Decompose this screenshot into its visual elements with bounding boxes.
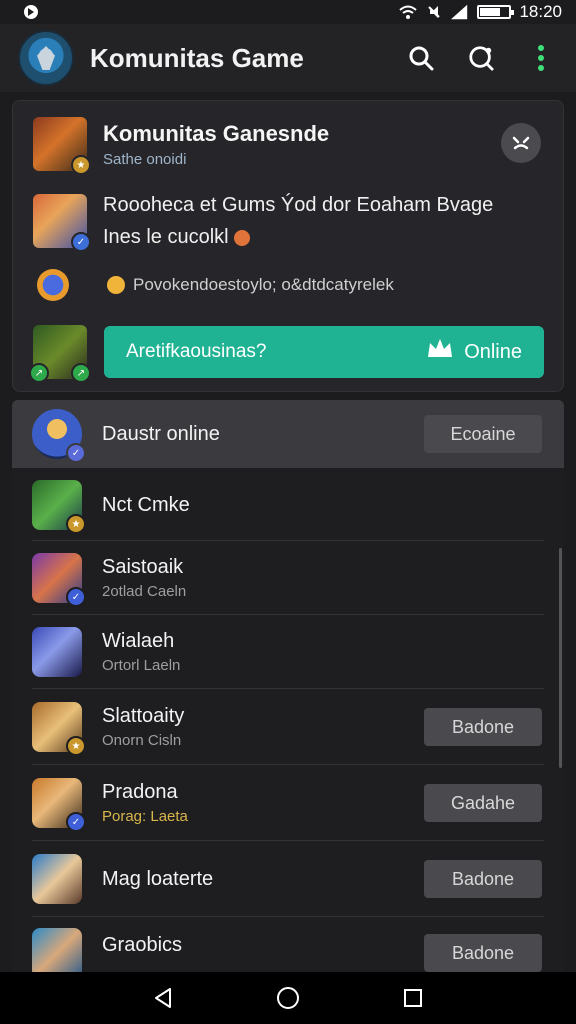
member-list: ✓ Daustr online Ecoaine ★ Nct Cmke ✓ Sai… xyxy=(12,400,564,972)
list-item[interactable]: Mag loaterte Badone xyxy=(12,842,564,916)
chat-search-icon[interactable] xyxy=(468,43,494,73)
card-header: ★ Komunitas Ganesnde Sathe onoidi xyxy=(33,117,563,175)
close-button[interactable] xyxy=(501,123,541,163)
search-icon[interactable] xyxy=(408,43,434,73)
row-action-button[interactable]: Badone xyxy=(424,708,542,746)
verified-badge-icon: ✓ xyxy=(66,443,86,463)
app-logo xyxy=(18,30,74,86)
smile-emoji-icon xyxy=(107,276,125,294)
list-item[interactable]: ★ Nct Cmke xyxy=(12,470,564,540)
divider xyxy=(32,614,544,615)
action-label: Aretifkaousinas? xyxy=(126,341,267,362)
back-icon[interactable] xyxy=(148,983,178,1013)
verified-badge-icon: ✓ xyxy=(66,812,86,832)
emoji-row-text: Povokendoestoylo; o&dtdcatyrelek xyxy=(133,275,394,294)
community-card: ★ Komunitas Ganesnde Sathe onoidi ✓ Rooo… xyxy=(12,100,564,392)
home-icon[interactable] xyxy=(273,983,303,1013)
member-avatar xyxy=(32,627,82,677)
emoji-icon xyxy=(234,229,251,246)
battery-icon xyxy=(477,5,515,19)
recents-icon[interactable] xyxy=(398,983,428,1013)
member-avatar: ✓ xyxy=(32,553,86,607)
screen: 18:20 Komunitas Game ★ Komunitas Ganesnd… xyxy=(0,0,576,1024)
online-action-button[interactable]: Aretifkaousinas? Online xyxy=(104,326,544,378)
status-bar: 18:20 xyxy=(0,0,576,24)
notification-icon xyxy=(22,4,40,20)
card-message: ✓ Roooheca et Gums Ýod dor Eoaham Bvage … xyxy=(33,189,563,253)
list-item[interactable]: ✓ Pradona Porag: Laeta Gadahe xyxy=(12,766,564,840)
list-item[interactable]: Wialaeh Ortorl Laeln xyxy=(12,616,564,688)
crown-icon xyxy=(426,337,454,367)
star-badge-icon: ★ xyxy=(66,736,86,756)
row-action-button[interactable]: Gadahe xyxy=(424,784,542,822)
divider xyxy=(32,688,544,689)
green-badge-icon: ↗ xyxy=(29,363,49,383)
member-avatar: ★ xyxy=(32,480,86,534)
battery-fill xyxy=(480,8,501,16)
list-item[interactable]: ★ Slattoaity Onorn Cisln Badone xyxy=(12,690,564,764)
verified-badge-icon: ✓ xyxy=(66,587,86,607)
divider xyxy=(32,916,544,917)
card-title: Komunitas Ganesnde xyxy=(103,120,330,146)
member-avatar: ★ xyxy=(32,702,86,756)
action-status: Online xyxy=(464,340,522,363)
message-avatar: ✓ xyxy=(33,194,91,252)
signal-icon xyxy=(451,4,469,20)
wifi-icon xyxy=(399,4,418,20)
star-badge-icon: ★ xyxy=(71,155,91,175)
message-line-2: Ines le cucolkl xyxy=(103,226,229,248)
member-status: Ortorl Laeln xyxy=(102,657,181,674)
member-avatar: ✓ xyxy=(32,778,86,832)
member-name: Nct Cmke xyxy=(102,493,190,516)
member-status: 2otlad Caeln xyxy=(102,583,187,600)
clock: 18:20 xyxy=(519,2,562,21)
app-title: Komunitas Game xyxy=(90,42,304,73)
divider xyxy=(32,840,544,841)
star-badge-icon: ★ xyxy=(66,514,86,534)
list-item[interactable]: ✓ Daustr online Ecoaine xyxy=(12,400,564,468)
divider xyxy=(32,540,544,541)
divider xyxy=(32,764,544,765)
row-action-button[interactable]: Badone xyxy=(424,860,542,898)
card-subtitle: Sathe onoidi xyxy=(103,150,187,168)
row-action-button[interactable]: Ecoaine xyxy=(424,415,542,453)
member-avatar: ✓ xyxy=(32,409,86,463)
green-badge-icon-2: ↗ xyxy=(71,363,91,383)
verified-badge-icon: ✓ xyxy=(71,232,91,252)
member-name: Saistoaik xyxy=(102,556,184,578)
game-circle-icon xyxy=(37,269,69,301)
card-emoji-row: Povokendoestoylo; o&dtdcatyrelek xyxy=(33,269,563,301)
card-game-thumbnail: ★ xyxy=(33,117,91,175)
member-avatar xyxy=(32,928,82,972)
action-game-thumbnail: ↗ ↗ xyxy=(29,325,91,383)
message-line-1: Roooheca et Gums Ýod dor Eoaham Bvage xyxy=(103,194,494,216)
row-action-button[interactable]: Badone xyxy=(424,934,542,972)
more-vert-icon[interactable] xyxy=(528,43,554,73)
system-nav-bar xyxy=(0,972,576,1024)
app-bar: Komunitas Game xyxy=(0,24,576,92)
member-avatar xyxy=(32,854,82,904)
list-item[interactable]: Graobics Badone xyxy=(12,918,564,972)
list-item[interactable]: ✓ Saistoaik 2otlad Caeln xyxy=(12,542,564,614)
mute-icon xyxy=(425,4,443,20)
member-name: Wialaeh xyxy=(102,630,175,652)
